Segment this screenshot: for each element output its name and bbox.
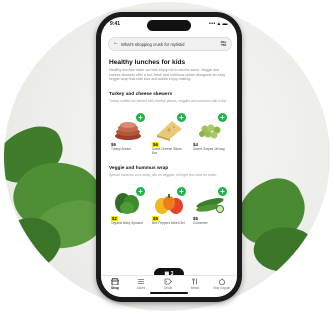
product-card[interactable]: + $6 Swiss Cheese Slices 8oz <box>152 113 186 159</box>
product-card[interactable]: + $2 Organic Baby Spinach <box>111 187 145 233</box>
signal-icon: ••• ▴ ▬ <box>208 21 228 27</box>
filter-icon[interactable] <box>220 40 227 47</box>
section-title: Turkey and cheese skewers <box>109 92 173 97</box>
tab-label: Deals <box>163 286 173 290</box>
tab-label: Shop <box>111 286 119 290</box>
product-card[interactable]: + $5 Bell Peppers Mixed 3ct <box>152 187 186 233</box>
add-to-cart-button[interactable]: + <box>177 113 186 122</box>
product-card[interactable]: + $6 Turkey Breast <box>111 113 145 159</box>
add-to-cart-button[interactable]: + <box>136 113 145 122</box>
fork-knife-icon <box>192 278 197 285</box>
dynamic-island <box>147 20 191 31</box>
tab-shop[interactable]: Shop <box>103 278 127 290</box>
page-description: Healthy lunches make our kids enjoy not … <box>109 68 226 82</box>
product-card[interactable]: + $5 Cucumber <box>193 187 227 233</box>
product-name: Sweet Grapes 1lb bag <box>193 147 225 151</box>
section-title: Veggie and hummus wrap <box>109 166 169 171</box>
apple-icon <box>219 278 225 285</box>
tab-label: Aisles <box>136 286 146 290</box>
search-bar[interactable]: ← What's shopping crush for mylistid <box>108 37 232 51</box>
tab-aisles[interactable]: Aisles <box>129 278 153 290</box>
scene: 9:41 ••• ▴ ▬ ← What's shopping crush for… <box>0 0 333 313</box>
product-name: Cucumber <box>193 221 208 225</box>
phone-screen: 9:41 ••• ▴ ▬ ← What's shopping crush for… <box>101 17 237 297</box>
store-icon <box>111 278 119 285</box>
add-to-cart-button[interactable]: + <box>218 113 227 122</box>
tab-meals[interactable]: Meals <box>183 278 207 290</box>
list-icon <box>138 279 144 284</box>
tab-label: Buy it again <box>213 286 231 290</box>
tag-icon <box>164 278 172 285</box>
tab-deals[interactable]: Deals <box>156 278 180 290</box>
add-to-cart-button[interactable]: + <box>218 187 227 196</box>
tab-buy-it-again[interactable]: Buy it again <box>210 278 234 290</box>
back-arrow-icon[interactable]: ← <box>113 40 119 47</box>
page-title: Healthy lunches for kids <box>109 59 186 66</box>
search-input[interactable]: What's shopping crush for mylistid <box>121 42 184 47</box>
product-name: Organic Baby Spinach <box>111 221 143 225</box>
add-to-cart-button[interactable]: + <box>177 187 186 196</box>
product-name: Swiss Cheese Slices 8oz <box>152 147 182 155</box>
product-card[interactable]: + $4 Sweet Grapes 1lb bag <box>193 113 227 159</box>
tab-label: Meals <box>190 286 200 290</box>
add-to-cart-button[interactable]: + <box>136 187 145 196</box>
section-subtitle: Turkey cutlets are served with cheese pi… <box>109 99 227 103</box>
section-subtitle: Spread hummus on a wrap, pile on veggies… <box>109 173 218 177</box>
product-name: Turkey Breast <box>111 147 131 151</box>
home-indicator <box>150 292 188 294</box>
status-time: 9:41 <box>110 21 121 27</box>
product-name: Bell Peppers Mixed 3ct <box>152 221 185 225</box>
content-scroll[interactable]: Healthy lunches for kids Healthy lunches… <box>101 51 237 277</box>
